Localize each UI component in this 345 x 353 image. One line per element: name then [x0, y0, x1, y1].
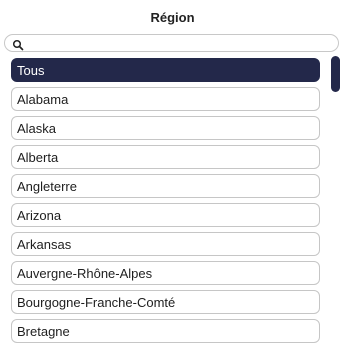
search-icon [12, 38, 24, 51]
list-item-alaska[interactable]: Alaska [11, 116, 320, 140]
scrollbar-thumb[interactable] [331, 56, 340, 92]
search-input[interactable] [27, 36, 327, 50]
list-item-arkansas[interactable]: Arkansas [11, 232, 320, 256]
list-item-auvergne-rhone-alpes[interactable]: Auvergne-Rhône-Alpes [11, 261, 320, 285]
list-item-alberta[interactable]: Alberta [11, 145, 320, 169]
panel-title: Région [150, 10, 195, 25]
list-item-alabama[interactable]: Alabama [11, 87, 320, 111]
list-scrollbar[interactable] [330, 56, 341, 353]
list-item-tous[interactable]: Tous [11, 58, 320, 82]
list-item-arizona[interactable]: Arizona [11, 203, 320, 227]
list-item-bretagne[interactable]: Bretagne [11, 319, 320, 343]
list-item-bourgogne-franche-comte[interactable]: Bourgogne-Franche-Comté [11, 290, 320, 314]
region-list: Tous Alabama Alaska Alberta Angleterre A… [11, 58, 320, 348]
list-item-angleterre[interactable]: Angleterre [11, 174, 320, 198]
search-field[interactable] [4, 34, 339, 52]
